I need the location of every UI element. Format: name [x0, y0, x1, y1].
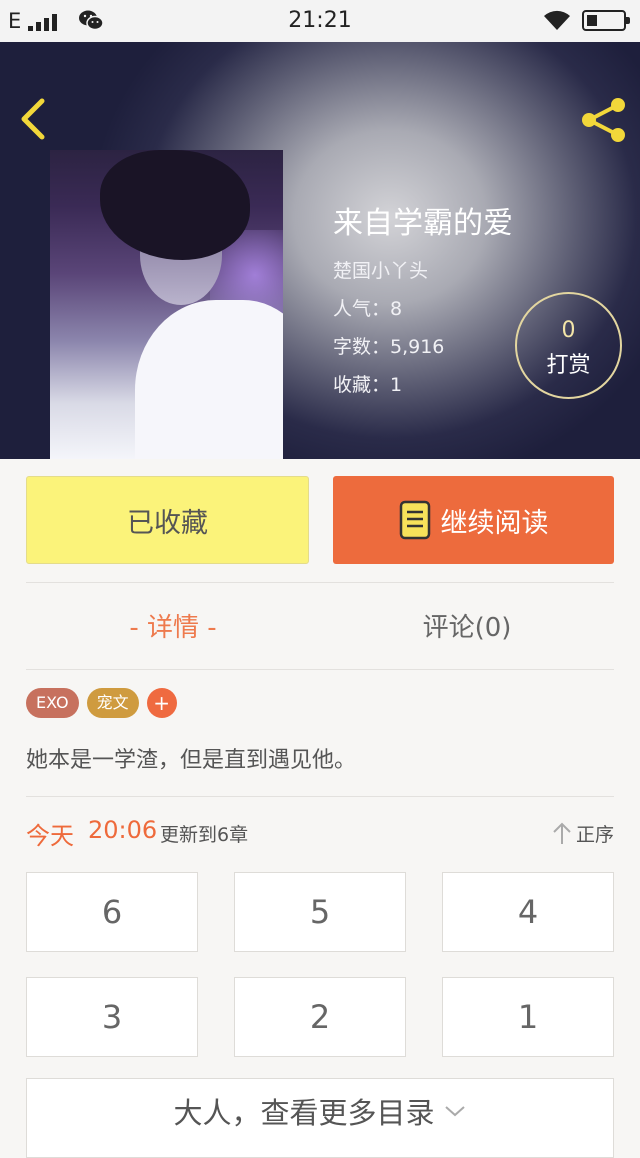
tag-exo[interactable]: EXO [26, 688, 79, 718]
book-title: 来自学霸的爱 [333, 206, 513, 241]
tab-comments[interactable]: 评论(0) [320, 598, 614, 658]
tip-count: 0 [561, 318, 576, 343]
tag-list: EXO 宠文 + [26, 688, 185, 718]
chapter-button[interactable]: 1 [442, 977, 614, 1057]
tag-pet-story[interactable]: 宠文 [86, 688, 139, 718]
book-author[interactable]: 楚国小丫头 [333, 252, 513, 290]
continue-reading-label: 继续阅读 [440, 507, 549, 539]
book-favorites: 收藏：1 [333, 374, 403, 396]
chevron-left-icon[interactable] [12, 95, 56, 143]
update-note: 更新到6章 [160, 824, 249, 846]
continue-reading-button[interactable]: 继续阅读 [333, 476, 614, 564]
arrow-up-icon [553, 822, 571, 844]
book-info: 来自学霸的爱 楚国小丫头 人气：8 字数：5,916 收藏：1 [333, 202, 513, 404]
tip-button[interactable]: 0 打赏 [515, 292, 622, 399]
divider [26, 582, 614, 583]
book-hero: 来自学霸的爱 楚国小丫头 人气：8 字数：5,916 收藏：1 0 打赏 [0, 42, 640, 459]
chapter-button[interactable]: 4 [442, 872, 614, 952]
chevron-down-icon [444, 1106, 465, 1117]
book-word-count: 字数：5,916 [333, 336, 445, 358]
add-tag-button[interactable]: + [146, 688, 177, 718]
update-info: 今天 20:06 更新到6章 正序 [26, 812, 614, 852]
sort-order-button[interactable]: 正序 [552, 818, 614, 848]
book-summary: 她本是一学渣，但是直到遇见他。 [26, 748, 357, 773]
book-cover[interactable] [50, 150, 283, 459]
update-time: 20:06 [88, 816, 158, 844]
chapter-button[interactable]: 2 [234, 977, 406, 1057]
tip-label: 打赏 [546, 353, 591, 378]
book-icon [399, 500, 430, 540]
favorited-label: 已收藏 [127, 507, 208, 539]
tab-details[interactable]: - 详情 - [26, 598, 320, 658]
chapter-button[interactable]: 6 [26, 872, 198, 952]
battery-icon [582, 10, 630, 31]
view-more-label: 大人，查看更多目录 [173, 1096, 435, 1130]
divider [26, 669, 614, 670]
chapter-button[interactable]: 5 [234, 872, 406, 952]
divider [26, 796, 614, 797]
sort-order-label: 正序 [575, 823, 614, 846]
book-popularity: 人气：8 [333, 298, 403, 320]
update-day: 今天 [26, 822, 74, 850]
chapter-button[interactable]: 3 [26, 977, 198, 1057]
view-more-chapters-button[interactable]: 大人，查看更多目录 [26, 1078, 614, 1158]
wifi-icon [544, 10, 570, 30]
status-bar: E 21:21 [0, 0, 640, 42]
favorited-button[interactable]: 已收藏 [26, 476, 309, 564]
share-icon[interactable] [578, 94, 630, 146]
